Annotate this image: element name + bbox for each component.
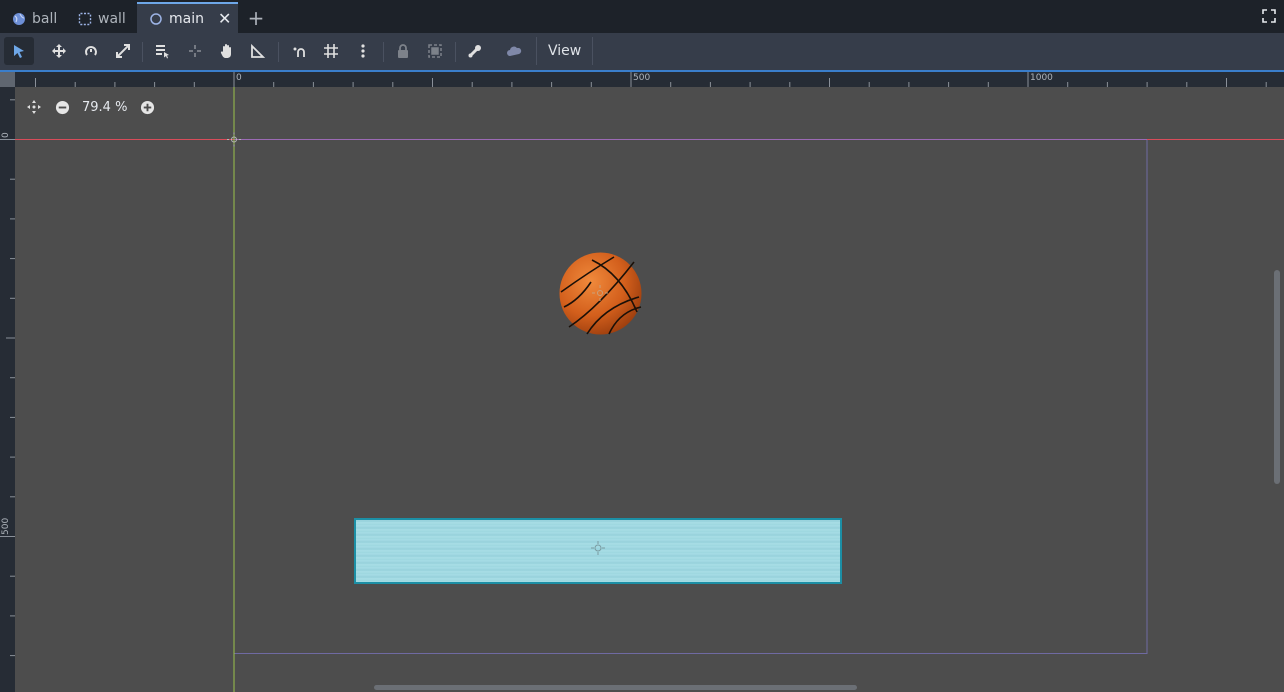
globe-icon (12, 12, 26, 26)
view-menu-button[interactable]: View (536, 37, 594, 65)
tab-label: main (169, 10, 204, 27)
tab-ball[interactable]: ball (0, 4, 67, 33)
select-icon (14, 45, 24, 58)
cloud-icon (507, 46, 522, 56)
plus-icon (140, 100, 154, 114)
wall-pivot-icon (591, 541, 605, 555)
tab-label: wall (98, 10, 126, 27)
ruler-icon (251, 43, 266, 58)
vertical-ruler[interactable]: 0 500 (0, 72, 15, 692)
rotate-mode-button[interactable] (76, 37, 106, 65)
smart-snap-button[interactable] (284, 37, 314, 65)
minus-icon (55, 100, 69, 114)
tab-wall[interactable]: wall (66, 4, 136, 33)
pan-icon (220, 44, 231, 58)
skeleton-button[interactable] (460, 37, 490, 65)
tab-label: ball (32, 10, 58, 27)
canvas-toolbar: View (0, 33, 1284, 70)
toolbar-separator (455, 42, 456, 62)
canvas-viewport[interactable]: 0 500 1000 0 500 79.4 % (0, 70, 1284, 692)
zoom-controls: 79.4 % (26, 98, 155, 116)
pivot-icon (189, 45, 201, 57)
move-mode-button[interactable] (44, 37, 74, 65)
zoom-out-button[interactable] (54, 99, 70, 115)
toolbar-separator (383, 42, 384, 62)
lock-button[interactable] (388, 37, 418, 65)
more-icon (361, 44, 365, 58)
ruler-label: 0 (236, 73, 242, 83)
tab-main[interactable]: main ✕ (137, 2, 238, 33)
pivot-button[interactable] (180, 37, 210, 65)
group-icon (428, 44, 442, 58)
horizontal-ruler[interactable]: 0 500 1000 (0, 72, 1284, 87)
move-icon (52, 44, 66, 58)
group-button[interactable] (420, 37, 450, 65)
ruler-label: 0 (1, 132, 11, 138)
grid-snap-icon (324, 44, 338, 58)
smart-snap-icon (293, 47, 305, 57)
vertical-scrollbar[interactable] (1274, 270, 1280, 484)
grid-snap-button[interactable] (316, 37, 346, 65)
ruler-label: 1000 (1030, 73, 1053, 83)
frame-icon (78, 12, 92, 26)
snap-options-button[interactable] (348, 37, 378, 65)
ruler-corner (0, 72, 15, 87)
pan-mode-button[interactable] (212, 37, 242, 65)
scale-icon (116, 44, 130, 58)
scale-mode-button[interactable] (108, 37, 138, 65)
toolbar-separator (278, 42, 279, 62)
lock-icon (398, 44, 408, 58)
canvas-overlay (15, 87, 1284, 692)
add-tab-button[interactable]: + (246, 6, 266, 30)
ruler-label: 500 (633, 73, 651, 83)
list-select-button[interactable] (147, 37, 177, 65)
select-mode-button[interactable] (4, 37, 34, 65)
emission-button[interactable] (499, 37, 529, 65)
horizontal-scrollbar[interactable] (374, 685, 857, 690)
zoom-level-label[interactable]: 79.4 % (82, 100, 127, 115)
fullscreen-icon[interactable] (1262, 9, 1276, 23)
circle-icon (149, 12, 163, 26)
toolbar-separator (142, 42, 143, 62)
center-view-icon[interactable] (26, 99, 42, 115)
ruler-mode-button[interactable] (243, 37, 273, 65)
list-select-icon (156, 45, 169, 59)
ruler-label: 500 (1, 517, 11, 535)
close-icon[interactable]: ✕ (218, 9, 231, 28)
zoom-in-button[interactable] (139, 99, 155, 115)
skeleton-icon (468, 45, 481, 58)
scene-tab-bar: ball wall main ✕ + (0, 0, 1284, 33)
rotate-icon (85, 46, 97, 56)
basketball-sprite[interactable] (559, 252, 642, 335)
